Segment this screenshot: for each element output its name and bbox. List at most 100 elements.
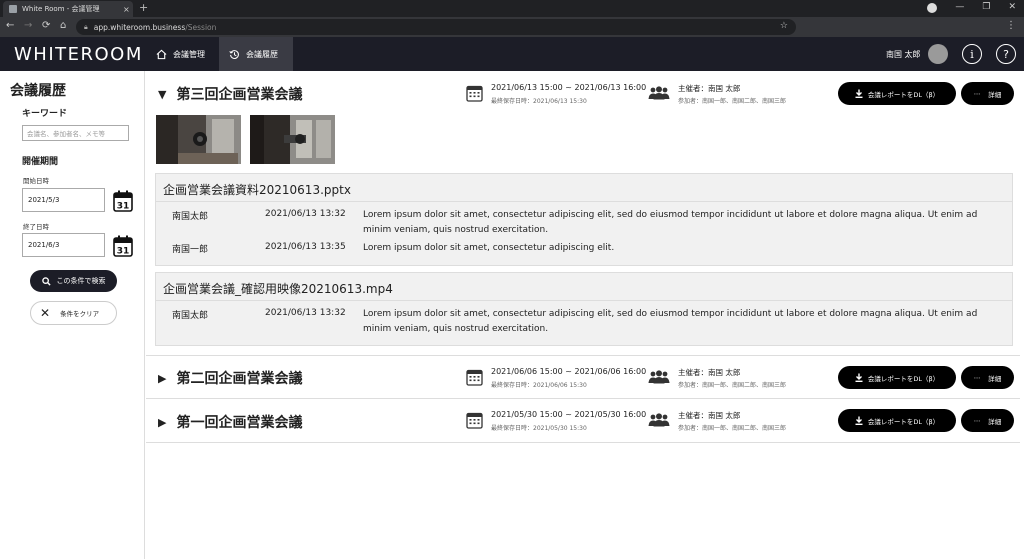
browser-addressbar: ← → ⟳ ⌂ 🔒︎ app.whiteroom.business/Sessio… bbox=[0, 17, 1024, 37]
meeting-participants: 参加者：南国一郎、南国二郎、南国三郎 bbox=[678, 98, 787, 105]
collapse-triangle-icon: ▶ bbox=[158, 371, 167, 385]
more-dots-icon: ⋯ bbox=[973, 373, 981, 382]
restore-icon[interactable]: ❐ bbox=[982, 2, 990, 13]
calendar-icon[interactable]: 31 bbox=[113, 235, 133, 257]
home-icon bbox=[156, 49, 167, 59]
meeting-date: 2021/06/06 15:00 ~ 2021/06/06 16:00 bbox=[491, 367, 647, 376]
download-icon bbox=[855, 89, 863, 98]
search-button[interactable]: この条件で検索 bbox=[30, 270, 117, 292]
comment-time: 2021/06/13 13:35 bbox=[265, 242, 346, 252]
file-panel: 企画営業会議資料20210613.pptx 南国太郎 2021/06/13 13… bbox=[155, 173, 1013, 266]
keyword-label: キーワード bbox=[22, 109, 68, 119]
new-tab-button[interactable]: + bbox=[139, 1, 148, 14]
end-date-field[interactable]: 2021/6/3 bbox=[22, 233, 105, 257]
file-name[interactable]: 企画営業会議_確認用映像20210613.mp4 bbox=[163, 280, 393, 297]
app-header: WHITEROOM 会議管理 会議履歴 南国 太郎 i ? bbox=[0, 37, 1024, 71]
comment-text: Lorem ipsum dolor sit amet, consectetur … bbox=[363, 243, 615, 253]
profile-icon[interactable] bbox=[927, 3, 938, 13]
download-report-button[interactable]: 会議レポートをDL（β） bbox=[838, 82, 956, 105]
start-date-field[interactable]: 2021/5/3 bbox=[22, 188, 105, 212]
meeting-host: 主催者：南国 太郎 bbox=[678, 411, 741, 420]
tab-title: White Room - 会議管理 bbox=[22, 5, 100, 13]
comment-author: 南国太郎 bbox=[172, 311, 209, 321]
clear-button[interactable]: ✕ 条件をクリア bbox=[30, 301, 117, 325]
meeting-host: 主催者：南国 太郎 bbox=[678, 368, 741, 377]
history-icon bbox=[229, 49, 239, 59]
minimize-icon[interactable]: — bbox=[955, 2, 964, 13]
detail-button-label: 詳細 bbox=[988, 374, 1002, 383]
detail-button[interactable]: ⋯ 詳細 bbox=[961, 82, 1014, 105]
calendar-icon bbox=[466, 369, 483, 386]
divider bbox=[156, 300, 1012, 301]
svg-text:31: 31 bbox=[117, 247, 130, 257]
user-name: 南国 太郎 bbox=[886, 50, 921, 59]
collapse-triangle-icon: ▶ bbox=[158, 415, 167, 429]
file-name[interactable]: 企画営業会議資料20210613.pptx bbox=[163, 181, 351, 198]
video-thumbnail[interactable] bbox=[250, 115, 335, 164]
sidebar-title: 会議履歴 bbox=[10, 83, 66, 99]
expand-triangle-icon: ▼ bbox=[158, 87, 167, 101]
period-label: 開催期間 bbox=[22, 157, 59, 167]
comment-author: 南国一郎 bbox=[172, 245, 209, 255]
meeting-title-toggle[interactable]: ▶ 第一回企画営業会議 bbox=[158, 412, 302, 432]
meeting-item: ▶ 第二回企画営業会議 2021/06/06 15:00 ~ 2021/06/0… bbox=[146, 356, 1020, 399]
end-date-label: 終了日時 bbox=[23, 223, 49, 231]
nav-meeting-management[interactable]: 会議管理 bbox=[146, 37, 215, 71]
meeting-date: 2021/06/13 15:00 ~ 2021/06/13 16:00 bbox=[491, 83, 647, 92]
bookmark-star-icon[interactable]: ☆ bbox=[780, 21, 788, 31]
comment-time: 2021/06/13 13:32 bbox=[265, 209, 346, 219]
reload-icon[interactable]: ⟳ bbox=[42, 20, 50, 31]
participants-icon bbox=[648, 413, 670, 427]
close-tab-icon[interactable]: × bbox=[123, 5, 133, 14]
download-report-button[interactable]: 会議レポートをDL（β） bbox=[838, 409, 956, 432]
more-dots-icon: ⋯ bbox=[973, 416, 981, 425]
app-logo[interactable]: WHITEROOM bbox=[14, 44, 143, 65]
meeting-title-toggle[interactable]: ▼ 第三回企画営業会議 bbox=[158, 84, 302, 104]
url-host: app.whiteroom.business bbox=[93, 22, 186, 32]
search-button-label: この条件で検索 bbox=[56, 277, 106, 285]
url-field[interactable]: 🔒︎ app.whiteroom.business/Session ☆ bbox=[76, 19, 796, 35]
meeting-saved-time: 最終保存日時：2021/06/13 15:30 bbox=[491, 98, 587, 105]
url-path: /Session bbox=[185, 22, 217, 32]
participants-icon bbox=[648, 86, 670, 100]
search-icon bbox=[41, 276, 51, 286]
comment-time: 2021/06/13 13:32 bbox=[265, 308, 346, 318]
nav-label: 会議管理 bbox=[173, 49, 205, 59]
nav-label: 会議履歴 bbox=[246, 49, 278, 59]
meeting-saved-time: 最終保存日時：2021/05/30 15:30 bbox=[491, 425, 587, 432]
nav-meeting-history[interactable]: 会議履歴 bbox=[219, 37, 293, 71]
calendar-icon bbox=[466, 85, 483, 102]
download-report-label: 会議レポートをDL（β） bbox=[867, 374, 940, 383]
download-report-button[interactable]: 会議レポートをDL（β） bbox=[838, 366, 956, 389]
meeting-saved-time: 最終保存日時：2021/06/06 15:30 bbox=[491, 382, 587, 389]
info-icon[interactable]: i bbox=[962, 44, 982, 64]
comment-author: 南国太郎 bbox=[172, 212, 209, 222]
calendar-icon bbox=[466, 412, 483, 429]
start-date-label: 開始日時 bbox=[23, 177, 49, 185]
close-icon: ✕ bbox=[40, 306, 51, 320]
detail-button-label: 詳細 bbox=[988, 90, 1002, 99]
participants-icon bbox=[648, 370, 670, 384]
svg-text:31: 31 bbox=[117, 202, 130, 212]
close-window-icon[interactable]: ✕ bbox=[1008, 2, 1016, 13]
download-report-label: 会議レポートをDL（β） bbox=[867, 417, 940, 426]
download-icon bbox=[855, 373, 863, 382]
calendar-icon[interactable]: 31 bbox=[113, 190, 133, 212]
sidebar: 会議履歴 キーワード 会議名、参加者名、メモ等 開催期間 開始日時 2021/5… bbox=[0, 71, 145, 559]
meeting-participants: 参加者：南国一郎、南国二郎、南国三郎 bbox=[678, 425, 787, 432]
keyword-input[interactable]: 会議名、参加者名、メモ等 bbox=[22, 125, 129, 141]
forward-icon[interactable]: → bbox=[24, 20, 32, 31]
back-icon[interactable]: ← bbox=[6, 20, 14, 31]
help-icon[interactable]: ? bbox=[996, 44, 1016, 64]
meeting-title: 第一回企画営業会議 bbox=[176, 415, 303, 431]
avatar[interactable] bbox=[928, 44, 948, 64]
browser-tab[interactable]: White Room - 会議管理 × bbox=[3, 1, 133, 17]
more-dots-icon: ⋯ bbox=[973, 89, 981, 98]
detail-button[interactable]: ⋯ 詳細 bbox=[961, 409, 1014, 432]
video-thumbnail[interactable] bbox=[156, 115, 241, 164]
detail-button[interactable]: ⋯ 詳細 bbox=[961, 366, 1014, 389]
browser-menu-icon[interactable]: ⋮ bbox=[1006, 20, 1016, 31]
window-controls: — ❐ ✕ bbox=[927, 2, 1016, 13]
meeting-title-toggle[interactable]: ▶ 第二回企画営業会議 bbox=[158, 368, 302, 388]
home-icon[interactable]: ⌂ bbox=[60, 20, 66, 31]
